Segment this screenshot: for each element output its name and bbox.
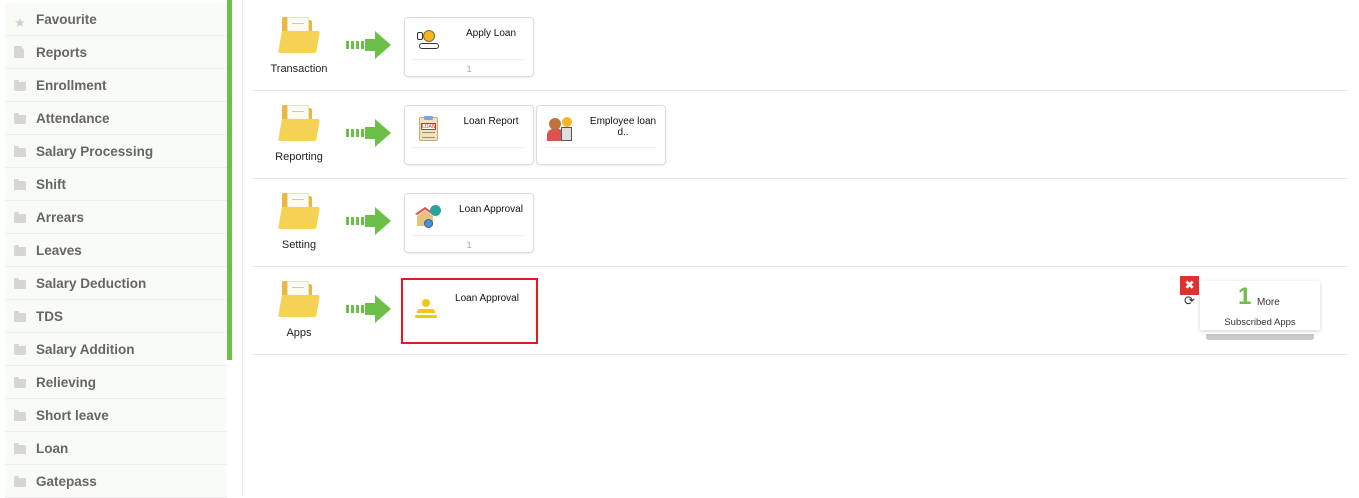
- category-setting[interactable]: Setting: [266, 193, 332, 251]
- app-title: Loan Approval: [459, 204, 523, 215]
- sidebar-item-label: Attendance: [36, 110, 110, 126]
- app-card-employee-loan[interactable]: Employee loan d..: [536, 105, 666, 165]
- folder-icon: [278, 193, 320, 229]
- sidebar-item-label: Shift: [36, 176, 66, 192]
- sidebar-item-label: Arrears: [36, 209, 85, 225]
- folder-icon: [14, 344, 26, 355]
- sidebar-item-tds[interactable]: TDS: [5, 300, 227, 333]
- category-label: Transaction: [270, 63, 328, 75]
- app-title: Loan Approval: [455, 293, 519, 304]
- sidebar: ★ Favourite Reports Enrollment Attendanc…: [0, 0, 243, 498]
- folder-icon: [14, 245, 26, 256]
- sidebar-item-loan[interactable]: Loan: [5, 432, 227, 465]
- sidebar-item-relieving[interactable]: Relieving: [5, 366, 227, 399]
- sidebar-item-gatepass[interactable]: Gatepass: [5, 465, 227, 498]
- folder-icon: [14, 410, 26, 421]
- employee-loan-icon: [547, 116, 573, 142]
- loan-hand-icon: [415, 28, 441, 54]
- more-label: More: [1257, 297, 1280, 308]
- arrow-right-icon: [346, 31, 394, 59]
- folder-icon: [14, 146, 26, 157]
- arrow-right-icon: [346, 295, 394, 323]
- category-transaction[interactable]: Transaction: [266, 17, 332, 75]
- sidebar-item-label: Relieving: [36, 374, 97, 390]
- sidebar-item-label: Salary Processing: [36, 143, 154, 159]
- app-title: Employee loan d..: [589, 116, 657, 138]
- sidebar-item-reports[interactable]: Reports: [5, 36, 227, 69]
- folder-icon: [14, 212, 26, 223]
- sidebar-active-indicator: [227, 0, 232, 360]
- sidebar-item-label: TDS: [36, 308, 63, 324]
- folder-icon: [14, 113, 26, 124]
- sidebar-item-favourite[interactable]: ★ Favourite: [5, 3, 227, 36]
- sidebar-item-label: Salary Deduction: [36, 275, 147, 291]
- app-title: Apply Loan: [465, 28, 517, 39]
- app-card-loan-report[interactable]: LOAN Loan Report: [404, 105, 534, 165]
- person-icon: [413, 294, 439, 320]
- sidebar-item-label: Gatepass: [36, 473, 97, 489]
- category-row-transaction: Transaction Apply Loan 1: [252, 3, 1348, 91]
- sidebar-item-label: Favourite: [36, 11, 97, 27]
- sidebar-item-label: Reports: [36, 44, 88, 60]
- sidebar-item-label: Loan: [36, 440, 69, 456]
- app-card-loan-approval-highlighted[interactable]: Loan Approval: [401, 278, 538, 344]
- folder-icon: [14, 80, 26, 91]
- document-icon: [14, 46, 26, 58]
- sidebar-item-label: Leaves: [36, 242, 82, 258]
- folder-icon: [14, 377, 26, 388]
- sidebar-item-label: Salary Addition: [36, 341, 135, 357]
- sidebar-item-enrollment[interactable]: Enrollment: [5, 69, 227, 102]
- app-count: 1: [466, 64, 472, 74]
- refresh-icon[interactable]: ⟳: [1184, 294, 1195, 309]
- sidebar-item-shift[interactable]: Shift: [5, 168, 227, 201]
- subscribed-apps-label: Subscribed Apps: [1224, 317, 1296, 328]
- app-title: Loan Report: [463, 116, 519, 127]
- subscribed-apps-card[interactable]: 1 More Subscribed Apps: [1200, 281, 1320, 330]
- sidebar-item-salary-processing[interactable]: Salary Processing: [5, 135, 227, 168]
- house-approval-icon: [415, 204, 441, 230]
- arrow-right-icon: [346, 207, 394, 235]
- arrow-right-icon: [346, 119, 394, 147]
- sidebar-item-short-leave[interactable]: Short leave: [5, 399, 227, 432]
- sidebar-item-label: Short leave: [36, 407, 109, 423]
- sidebar-item-salary-addition[interactable]: Salary Addition: [5, 333, 227, 366]
- subscribed-count: 1: [1238, 283, 1252, 310]
- close-button[interactable]: ✖: [1180, 276, 1199, 295]
- folder-icon: [14, 476, 26, 487]
- sidebar-item-attendance[interactable]: Attendance: [5, 102, 227, 135]
- sidebar-item-salary-deduction[interactable]: Salary Deduction: [5, 267, 227, 300]
- folder-icon: [278, 105, 320, 141]
- category-row-setting: Setting Loan Approval 1: [252, 179, 1348, 267]
- category-label: Reporting: [275, 151, 323, 163]
- folder-icon: [278, 17, 320, 53]
- folder-icon: [14, 443, 26, 454]
- folder-icon: [14, 278, 26, 289]
- app-card-apply-loan[interactable]: Apply Loan 1: [404, 17, 534, 77]
- card-stack-shadow: [1206, 334, 1314, 340]
- sidebar-item-arrears[interactable]: Arrears: [5, 201, 227, 234]
- star-icon: ★: [14, 16, 26, 31]
- folder-icon: [278, 281, 320, 317]
- sidebar-item-leaves[interactable]: Leaves: [5, 234, 227, 267]
- loan-report-icon: LOAN: [415, 116, 441, 142]
- category-reporting[interactable]: Reporting: [266, 105, 332, 163]
- category-label: Apps: [286, 327, 312, 339]
- folder-icon: [14, 311, 26, 322]
- app-count: 1: [466, 240, 472, 250]
- category-label: Setting: [281, 239, 317, 251]
- app-card-loan-approval[interactable]: Loan Approval 1: [404, 193, 534, 253]
- category-row-reporting: Reporting LOAN Loan Report Employee loan…: [252, 91, 1348, 179]
- folder-icon: [14, 179, 26, 190]
- category-apps[interactable]: Apps: [266, 281, 332, 339]
- sidebar-item-label: Enrollment: [36, 77, 107, 93]
